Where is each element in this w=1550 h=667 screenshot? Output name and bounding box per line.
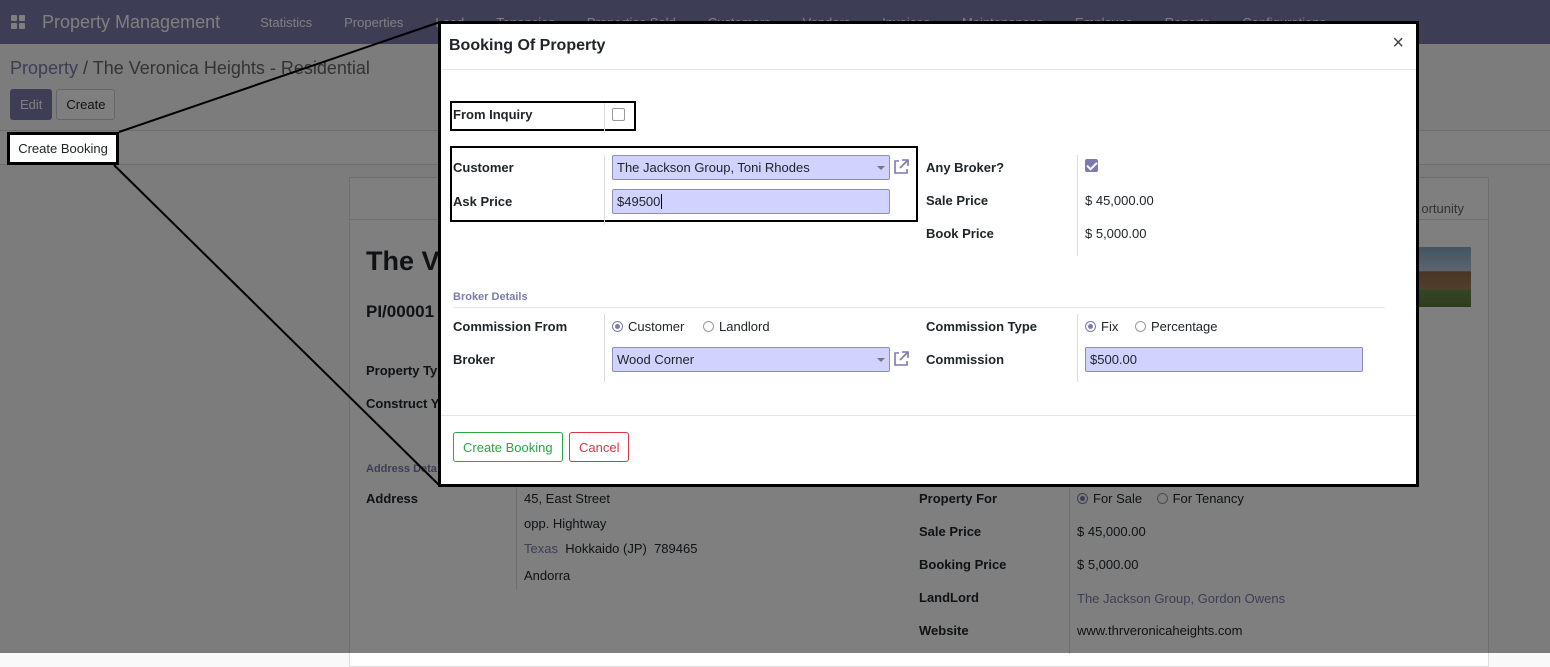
chevron-down-icon [877, 358, 885, 362]
customer-select-value: The Jackson Group, Toni Rhodes [617, 160, 810, 175]
broker-select[interactable]: Wood Corner [612, 347, 890, 372]
customer-select[interactable]: The Jackson Group, Toni Rhodes [612, 155, 890, 180]
book-price-label: Book Price [926, 226, 994, 241]
external-link-icon[interactable] [892, 350, 910, 368]
modal-sale-price-value: $ 45,000.00 [1085, 193, 1154, 208]
commission-from-customer-radio[interactable]: Customer [612, 319, 684, 334]
booking-modal: Booking Of Property × From Inquiry Custo… [438, 21, 1419, 487]
any-broker-label: Any Broker? [926, 160, 1005, 175]
commission-type-label: Commission Type [926, 319, 1038, 334]
customer-separator [604, 155, 605, 225]
any-broker-checkbox[interactable] [1085, 159, 1098, 172]
broker-label: Broker [453, 352, 495, 367]
from-inquiry-separator [604, 103, 605, 133]
from-inquiry-label: From Inquiry [453, 107, 533, 122]
statusbar-create-booking-button[interactable]: Create Booking [7, 132, 119, 165]
right-top-separator [1077, 155, 1078, 256]
commission-from-landlord-radio[interactable]: Landlord [703, 319, 770, 334]
broker-select-value: Wood Corner [617, 352, 695, 367]
cancel-button[interactable]: Cancel [569, 432, 630, 462]
commission-label: Commission [926, 352, 1005, 367]
modal-sale-price-label: Sale Price [926, 193, 989, 208]
commission-from-separator [604, 314, 605, 382]
ask-price-input[interactable]: $49500 [612, 189, 890, 214]
create-booking-button[interactable]: Create Booking [453, 432, 563, 462]
from-inquiry-checkbox[interactable] [612, 108, 625, 121]
modal-title: Booking Of Property [449, 37, 606, 54]
commission-type-percentage-radio[interactable]: Percentage [1135, 319, 1218, 334]
ask-price-value: $49500 [617, 194, 661, 209]
close-icon[interactable]: × [1392, 33, 1404, 53]
commission-input[interactable]: $500.00 [1085, 347, 1363, 372]
customer-label: Customer [453, 160, 514, 175]
commission-from-label: Commission From [453, 319, 568, 334]
commission-type-fix-radio[interactable]: Fix [1085, 319, 1118, 334]
chevron-down-icon [877, 166, 885, 170]
external-link-icon[interactable] [892, 158, 910, 176]
ask-price-label: Ask Price [453, 194, 513, 209]
book-price-value: $ 5,000.00 [1085, 226, 1147, 241]
modal-header: Booking Of Property × [441, 24, 1416, 70]
commission-type-separator [1077, 314, 1078, 382]
broker-details-divider [453, 307, 1385, 308]
modal-footer-divider [441, 415, 1416, 416]
commission-value: $500.00 [1090, 352, 1137, 367]
broker-details-title: Broker Details [453, 291, 528, 303]
